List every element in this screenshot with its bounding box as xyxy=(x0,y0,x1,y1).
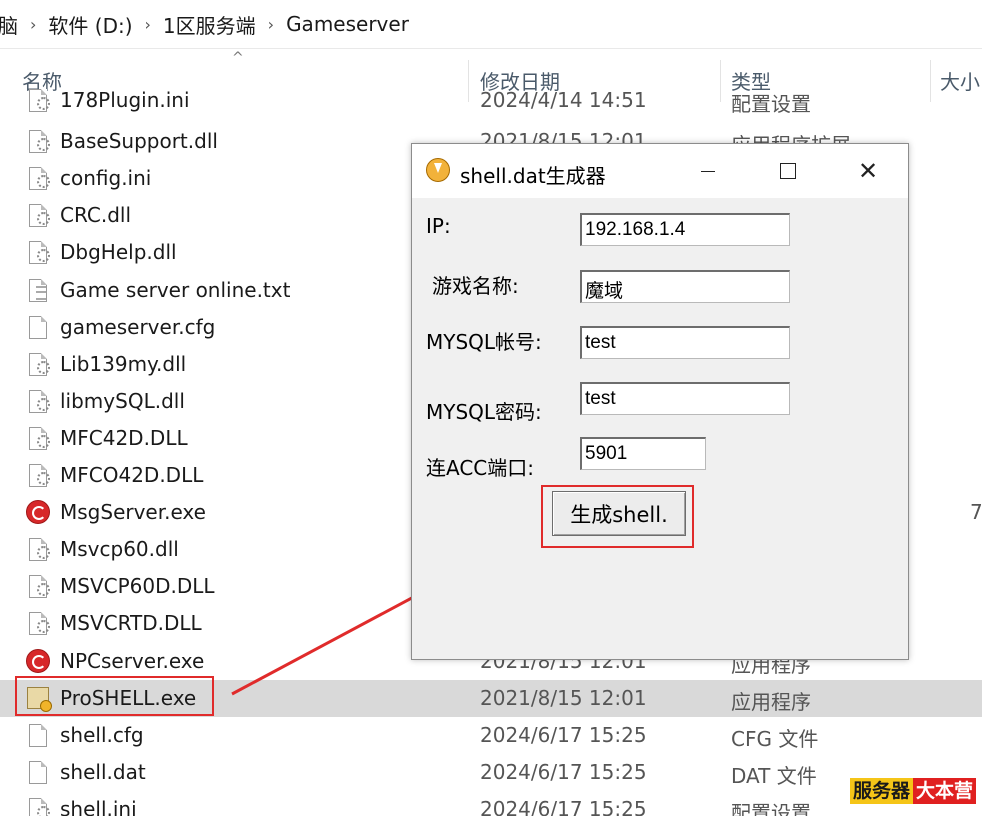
watermark-part1: 服务器 xyxy=(850,778,914,804)
breadcrumb-item-drive-d[interactable]: 软件 (D:) xyxy=(42,10,138,39)
file-size: 7 xyxy=(970,500,982,524)
maximize-icon xyxy=(780,163,796,179)
dll-file-icon xyxy=(26,389,50,413)
minimize-button[interactable] xyxy=(668,144,748,198)
file-name: Msvcp60.dll xyxy=(60,537,179,561)
file-row[interactable]: shell.dat 2024/6/17 15:25 DAT 文件 xyxy=(0,754,982,791)
dll-file-icon xyxy=(26,240,50,264)
ip-input[interactable]: 192.168.1.4 xyxy=(580,213,790,246)
dll-file-icon xyxy=(26,537,50,561)
file-row[interactable]: 178Plugin.ini 2024/4/14 14:51 配置设置 xyxy=(0,86,982,119)
file-date: 2024/4/14 14:51 xyxy=(480,88,647,112)
ip-label: IP: xyxy=(426,214,451,238)
breadcrumb-item-gameserver[interactable]: Gameserver xyxy=(280,12,415,36)
mysql-password-input[interactable]: test xyxy=(580,382,790,415)
dll-file-icon xyxy=(26,574,50,598)
sort-ascending-icon: ^ xyxy=(232,50,244,66)
file-type: CFG 文件 xyxy=(731,727,819,751)
dll-file-icon xyxy=(26,352,50,376)
file-type: 应用程序 xyxy=(731,690,811,714)
minimize-icon xyxy=(701,170,715,172)
dll-file-icon xyxy=(26,129,50,153)
file-name: config.ini xyxy=(60,166,152,190)
blank-file-icon xyxy=(26,723,50,747)
config-file-icon xyxy=(26,797,50,816)
file-type: 配置设置 xyxy=(731,801,811,816)
file-row[interactable]: shell.cfg 2024/6/17 15:25 CFG 文件 xyxy=(0,717,982,754)
file-date: 2024/6/17 15:25 xyxy=(480,797,647,816)
game-name-input[interactable]: 魔域 xyxy=(580,270,790,303)
file-name: DbgHelp.dll xyxy=(60,240,177,264)
file-name: MSVCP60D.DLL xyxy=(60,574,215,598)
blank-file-icon xyxy=(26,760,50,784)
breadcrumb-item-zone1-server[interactable]: 1区服务端 xyxy=(157,10,262,39)
file-date: 2024/6/17 15:25 xyxy=(480,760,647,784)
file-name: shell.dat xyxy=(60,760,146,784)
file-name: shell.ini xyxy=(60,797,137,816)
mysql-account-label: MYSQL帐号: xyxy=(426,330,542,354)
config-file-icon xyxy=(26,88,50,112)
watermark-logo: 服务器 大本营 xyxy=(850,778,977,804)
file-name: gameserver.cfg xyxy=(60,315,216,339)
file-name: shell.cfg xyxy=(60,723,144,747)
breadcrumb-item-computer[interactable]: 脑 xyxy=(0,10,24,39)
file-date: 2024/6/17 15:25 xyxy=(480,723,647,747)
file-name: BaseSupport.dll xyxy=(60,129,218,153)
file-name: MsgServer.exe xyxy=(60,500,206,524)
file-type: 配置设置 xyxy=(731,92,811,116)
dll-file-icon xyxy=(26,611,50,635)
close-button[interactable]: ✕ xyxy=(828,144,908,198)
close-icon: ✕ xyxy=(857,157,879,185)
breadcrumb: 脑 › 软件 (D:) › 1区服务端 › Gameserver xyxy=(0,0,982,49)
file-name: CRC.dll xyxy=(60,203,131,227)
chevron-right-icon[interactable]: › xyxy=(262,15,280,34)
file-name: MSVCRTD.DLL xyxy=(60,611,202,635)
dialog-titlebar[interactable]: shell.dat生成器 ✕ xyxy=(412,144,908,198)
chevron-right-icon[interactable]: › xyxy=(139,15,157,34)
config-file-icon xyxy=(26,166,50,190)
file-date: 2021/8/15 12:01 xyxy=(480,686,647,710)
dll-file-icon xyxy=(26,463,50,487)
text-file-icon xyxy=(26,278,50,302)
file-name: libmySQL.dll xyxy=(60,389,185,413)
file-name: Lib139my.dll xyxy=(60,352,187,376)
mysql-password-label: MYSQL密码: xyxy=(426,400,542,424)
mysql-account-input[interactable]: test xyxy=(580,326,790,359)
dialog-title: shell.dat生成器 xyxy=(460,164,606,188)
file-row[interactable]: shell.ini 2024/6/17 15:25 配置设置 xyxy=(0,791,982,816)
file-type: DAT 文件 xyxy=(731,764,817,788)
file-name: Game server online.txt xyxy=(60,278,291,302)
chevron-right-icon[interactable]: › xyxy=(24,15,42,34)
file-name: MFC42D.DLL xyxy=(60,426,188,450)
maximize-button[interactable] xyxy=(748,144,828,198)
watermark-part2: 大本营 xyxy=(913,778,977,804)
acc-port-label: 连ACC端口: xyxy=(426,456,534,480)
file-name: MFCO42D.DLL xyxy=(60,463,204,487)
shell-generator-dialog: shell.dat生成器 ✕ IP: 192.168.1.4 游戏名称: 魔域 … xyxy=(411,143,909,660)
dll-file-icon xyxy=(26,203,50,227)
highlight-box-generate xyxy=(541,485,694,548)
server-exe-icon xyxy=(26,649,50,673)
app-download-icon xyxy=(426,158,450,182)
server-exe-icon xyxy=(26,500,50,524)
dll-file-icon xyxy=(26,426,50,450)
highlight-box-proshell xyxy=(15,676,214,716)
file-name: 178Plugin.ini xyxy=(60,88,190,112)
game-name-label: 游戏名称: xyxy=(432,274,519,298)
acc-port-input[interactable]: 5901 xyxy=(580,437,706,470)
file-name: NPCserver.exe xyxy=(60,649,205,673)
blank-file-icon xyxy=(26,315,50,339)
